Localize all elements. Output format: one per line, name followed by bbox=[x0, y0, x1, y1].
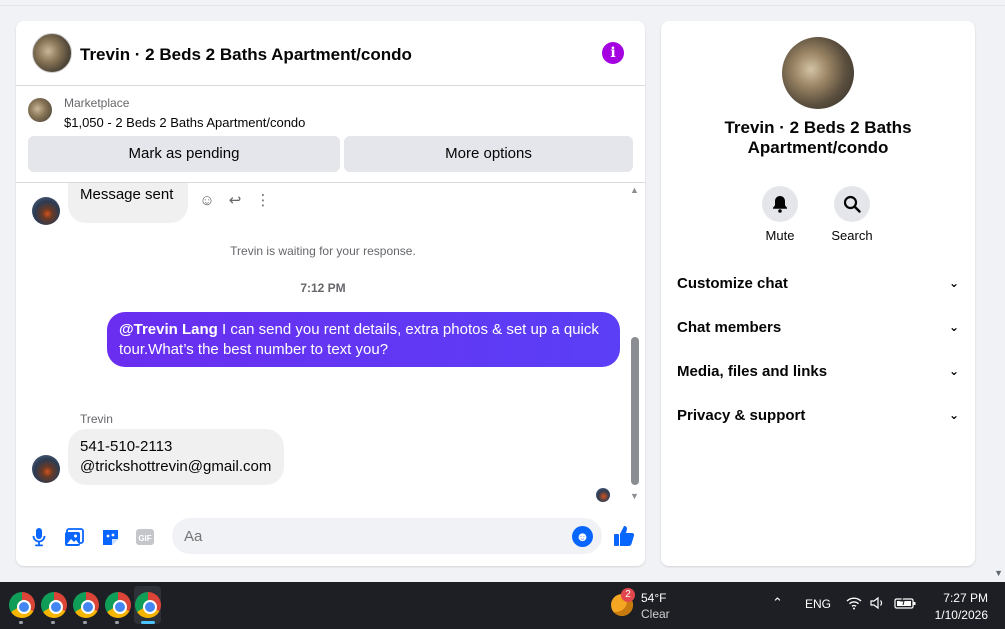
chrome-icon[interactable] bbox=[41, 592, 67, 618]
section-label: Privacy & support bbox=[677, 406, 806, 424]
chrome-icon[interactable] bbox=[105, 592, 131, 618]
gif-icon[interactable]: GIF bbox=[134, 526, 156, 548]
mute-label: Mute bbox=[765, 228, 795, 243]
svg-text:GIF: GIF bbox=[138, 534, 151, 543]
chevron-down-icon: ⌄ bbox=[948, 276, 959, 290]
photo-icon[interactable] bbox=[63, 526, 85, 548]
search-button[interactable]: Search bbox=[822, 186, 882, 243]
mute-button[interactable]: Mute bbox=[750, 186, 810, 243]
reply-icon[interactable]: ↩ bbox=[226, 192, 244, 210]
battery-icon[interactable] bbox=[894, 595, 916, 613]
message-timestamp: 7:12 PM bbox=[300, 281, 346, 295]
section-label: Customize chat bbox=[677, 274, 788, 292]
page-scroll-down-arrow[interactable]: ▼ bbox=[994, 568, 1003, 578]
message-list: Message sent ☺ ↩ ⋮ Trevin is waiting for… bbox=[16, 183, 645, 513]
search-icon[interactable] bbox=[834, 186, 870, 222]
chevron-down-icon: ⌄ bbox=[948, 364, 959, 378]
info-icon[interactable]: i bbox=[602, 42, 624, 64]
taskbar: 2 54°F Clear ⌃ ENG 7:27 PM 1/10/2026 bbox=[0, 582, 1005, 629]
scroll-thumb[interactable] bbox=[631, 337, 639, 485]
sender-avatar[interactable] bbox=[32, 197, 60, 225]
search-label: Search bbox=[831, 228, 873, 243]
scroll-up-arrow[interactable]: ▲ bbox=[630, 185, 639, 195]
sender-name: Trevin bbox=[80, 412, 113, 426]
section-label: Chat members bbox=[677, 318, 782, 336]
emoji-icon[interactable]: ☻ bbox=[572, 526, 593, 547]
clock-time[interactable]: 7:27 PM bbox=[928, 591, 988, 605]
section-label: Media, files and links bbox=[677, 362, 828, 380]
taskbar-indicator bbox=[115, 621, 119, 624]
chrome-icon[interactable] bbox=[73, 592, 99, 618]
wifi-icon[interactable] bbox=[846, 596, 862, 613]
seen-receipt-avatar bbox=[596, 488, 610, 502]
incoming-message-bubble[interactable]: 541-510-2113 @trickshottrevin@gmail.com bbox=[68, 429, 284, 485]
message-scrollbar[interactable]: ▲ ▼ bbox=[629, 183, 641, 513]
details-avatar[interactable] bbox=[782, 37, 854, 109]
smiley-icon[interactable]: ☺ bbox=[198, 192, 216, 210]
chevron-down-icon: ⌄ bbox=[948, 408, 959, 422]
mark-as-pending-button[interactable]: Mark as pending bbox=[28, 136, 340, 172]
outgoing-message-bubble[interactable]: @Trevin Lang I can send you rent details… bbox=[107, 312, 620, 367]
scroll-down-arrow[interactable]: ▼ bbox=[630, 491, 639, 501]
active-app-indicator bbox=[141, 621, 155, 624]
chat-panel: Trevin · 2 Beds 2 Baths Apartment/condo … bbox=[16, 21, 645, 566]
more-options-button[interactable]: More options bbox=[344, 136, 633, 172]
volume-icon[interactable] bbox=[870, 596, 886, 613]
conversation-details-panel: Trevin · 2 Beds 2 Baths Apartment/condo … bbox=[661, 21, 975, 566]
mention-link[interactable]: @Trevin Lang bbox=[119, 321, 218, 338]
phone-number-text: 541-510-2113 bbox=[80, 438, 173, 455]
clock-date[interactable]: 1/10/2026 bbox=[918, 608, 988, 622]
weather-condition[interactable]: Clear bbox=[641, 607, 670, 621]
chevron-down-icon: ⌄ bbox=[948, 320, 959, 334]
weather-badge: 2 bbox=[621, 588, 635, 602]
chat-header: Trevin · 2 Beds 2 Baths Apartment/condo … bbox=[16, 21, 645, 86]
email-text: @trickshottrevin@gmail.com bbox=[80, 458, 272, 475]
microphone-icon[interactable] bbox=[28, 526, 50, 548]
listing-kicker: Marketplace bbox=[64, 96, 130, 110]
section-chat-members[interactable]: Chat members ⌄ bbox=[661, 305, 975, 349]
taskbar-indicator bbox=[51, 621, 55, 624]
top-strip bbox=[0, 0, 1005, 6]
sender-avatar[interactable] bbox=[32, 455, 60, 483]
chrome-icon[interactable] bbox=[9, 592, 35, 618]
message-composer: GIF ☻ bbox=[16, 513, 645, 566]
message-bubble[interactable]: Message sent bbox=[68, 183, 188, 223]
section-privacy-support[interactable]: Privacy & support ⌄ bbox=[661, 393, 975, 437]
chrome-icon[interactable] bbox=[135, 592, 161, 618]
conversation-title[interactable]: Trevin · 2 Beds 2 Baths Apartment/condo bbox=[80, 45, 412, 65]
thumbs-up-icon[interactable] bbox=[612, 524, 636, 548]
more-vertical-icon[interactable]: ⋮ bbox=[254, 192, 272, 210]
sticker-icon[interactable] bbox=[99, 526, 121, 548]
bell-icon[interactable] bbox=[762, 186, 798, 222]
listing-thumbnail[interactable] bbox=[28, 98, 52, 122]
message-actions: ☺ ↩ ⋮ bbox=[198, 191, 272, 211]
chevron-up-icon[interactable]: ⌃ bbox=[772, 595, 783, 611]
conversation-avatar[interactable] bbox=[32, 33, 72, 73]
section-media-files-links[interactable]: Media, files and links ⌄ bbox=[661, 349, 975, 393]
details-title: Trevin · 2 Beds 2 Baths Apartment/condo bbox=[724, 118, 912, 157]
marketplace-listing: Marketplace $1,050 - 2 Beds 2 Baths Apar… bbox=[16, 87, 645, 183]
listing-price[interactable]: $1,050 - 2 Beds 2 Baths Apartment/condo bbox=[64, 115, 305, 130]
section-customize-chat[interactable]: Customize chat ⌄ bbox=[661, 261, 975, 305]
language-indicator[interactable]: ENG bbox=[805, 597, 831, 611]
waiting-status: Trevin is waiting for your response. bbox=[230, 244, 416, 258]
message-input[interactable] bbox=[172, 518, 602, 554]
taskbar-indicator bbox=[83, 621, 87, 624]
weather-temperature[interactable]: 54°F bbox=[641, 591, 666, 605]
taskbar-indicator bbox=[19, 621, 23, 624]
